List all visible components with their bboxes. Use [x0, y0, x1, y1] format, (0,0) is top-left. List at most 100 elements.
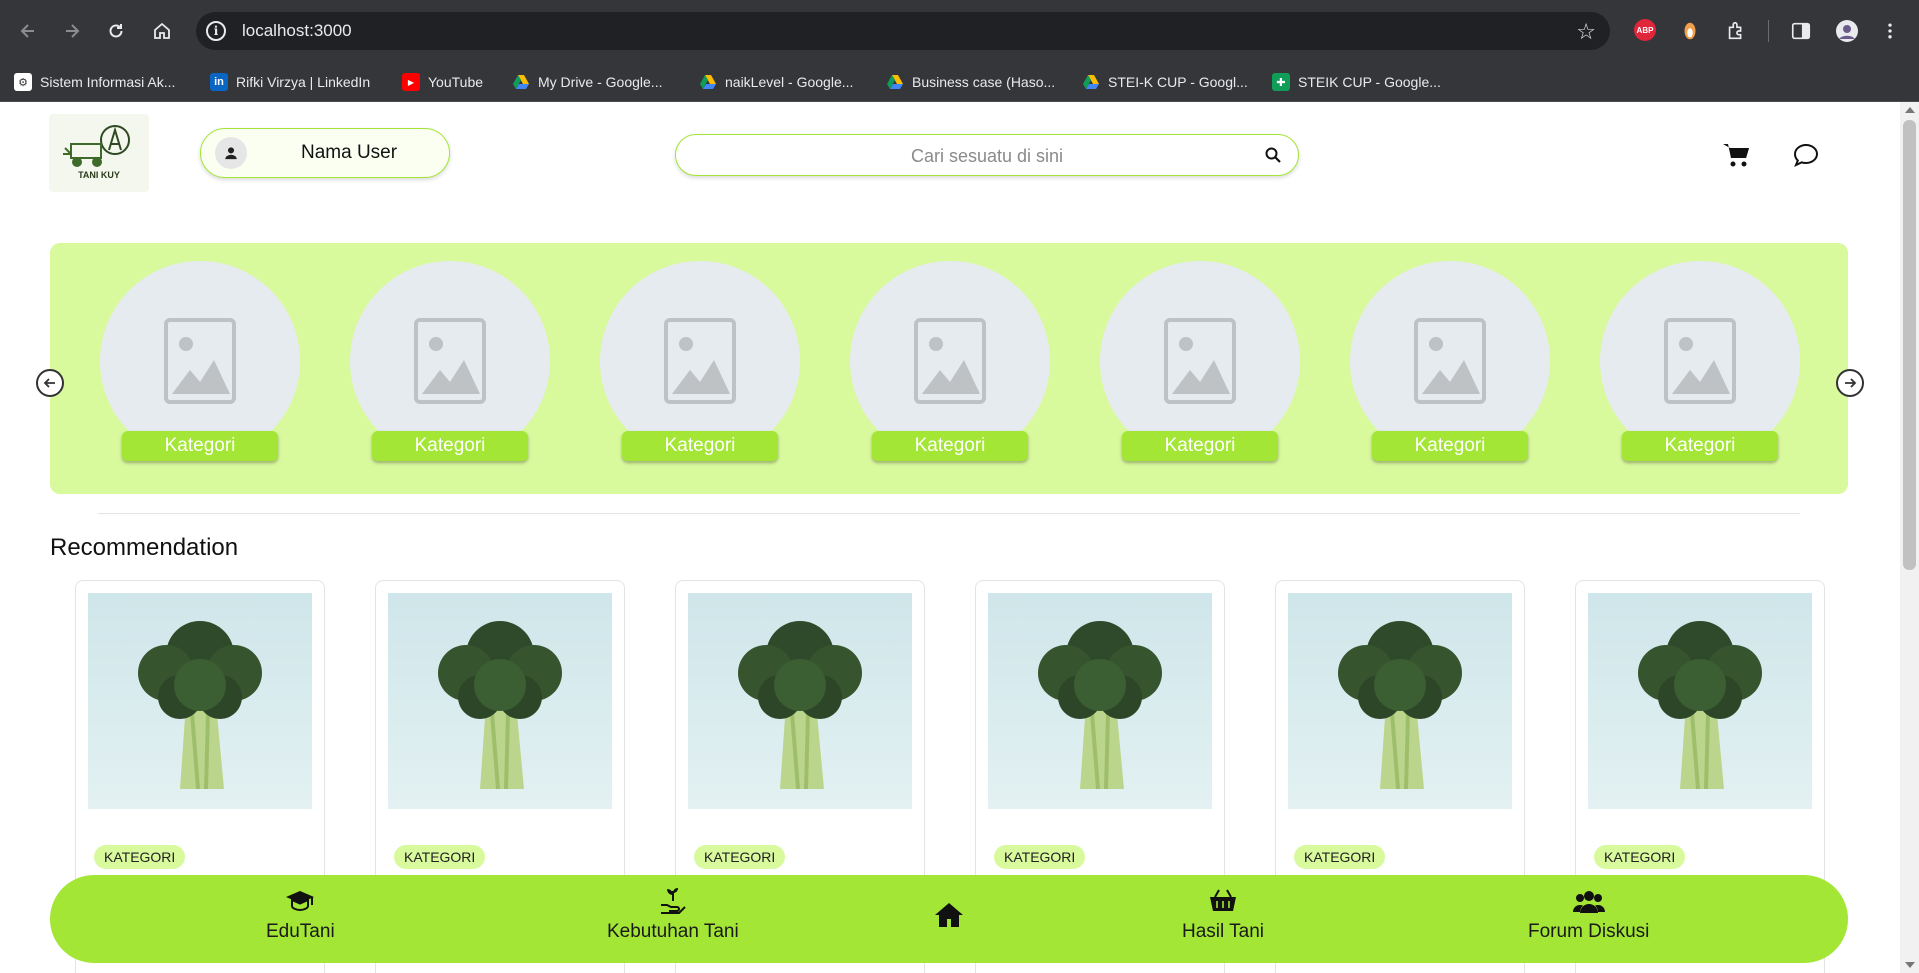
product-image	[88, 593, 312, 809]
category-button[interactable]: Kategori	[122, 431, 278, 461]
category-button[interactable]: Kategori	[1122, 431, 1278, 461]
product-image	[688, 593, 912, 809]
harvest-basket-icon	[1210, 889, 1237, 911]
reload-icon[interactable]	[102, 17, 130, 45]
scrollbar-thumb[interactable]	[1903, 120, 1916, 570]
category-badge: KATEGORI	[694, 845, 786, 869]
category-item[interactable]: Kategori	[1100, 261, 1300, 461]
toolbar-divider	[1768, 20, 1769, 42]
profile-avatar-icon[interactable]	[1835, 19, 1859, 43]
category-button[interactable]: Kategori	[872, 431, 1028, 461]
bookmark-item[interactable]: in Rifki Virzya | LinkedIn	[210, 70, 370, 94]
category-button[interactable]: Kategori	[1372, 431, 1528, 461]
product-image	[388, 593, 612, 809]
graduation-cap-icon	[286, 891, 315, 912]
nav-hasil-tani[interactable]: Hasil Tani	[1182, 885, 1264, 953]
category-carousel: Kategori Kategori Kategori Kategori Kategori…	[50, 243, 1848, 494]
product-image	[1288, 593, 1512, 809]
bookmark-item[interactable]: ▶ YouTube	[402, 70, 483, 94]
category-button[interactable]: Kategori	[372, 431, 528, 461]
broccoli-image-icon	[1588, 593, 1812, 809]
carousel-next-button[interactable]	[1836, 369, 1864, 397]
category-item[interactable]: Kategori	[100, 261, 300, 461]
site-info-icon[interactable]: i	[206, 21, 226, 41]
nav-home[interactable]	[933, 899, 965, 967]
image-placeholder-icon	[1664, 318, 1736, 404]
menu-kebab-icon[interactable]	[1878, 19, 1902, 43]
tractor-logo-icon	[63, 125, 130, 167]
nav-kebutuhan-tani[interactable]: Kebutuhan Tani	[607, 885, 739, 953]
category-badge: KATEGORI	[1594, 845, 1686, 869]
image-placeholder-icon	[914, 318, 986, 404]
user-name: Nama User	[301, 142, 398, 163]
category-button[interactable]: Kategori	[622, 431, 778, 461]
broccoli-image-icon	[388, 593, 612, 809]
nav-label: EduTani	[266, 921, 335, 942]
bookmark-label: Sistem Informasi Ak...	[40, 74, 176, 90]
bookmark-item[interactable]: ⚙ Sistem Informasi Ak...	[14, 70, 175, 94]
image-placeholder-icon	[164, 318, 236, 404]
carousel-prev-button[interactable]	[36, 369, 64, 397]
bookmark-item[interactable]: Business case (Haso...	[886, 70, 1055, 94]
google-drive-icon	[886, 73, 904, 91]
product-image	[988, 593, 1212, 809]
extension-icon[interactable]	[1678, 19, 1702, 43]
scroll-up-icon[interactable]	[1905, 107, 1915, 113]
google-drive-icon	[699, 73, 717, 91]
category-item[interactable]: Kategori	[850, 261, 1050, 461]
nav-label: Forum Diskusi	[1528, 921, 1650, 942]
google-drive-icon	[512, 73, 530, 91]
bookmarks-bar: ⚙ Sistem Informasi Ak... in Rifki Virzya…	[0, 62, 1919, 102]
page-scrollbar[interactable]	[1900, 102, 1919, 973]
category-item[interactable]: Kategori	[1600, 261, 1800, 461]
home-icon[interactable]	[148, 17, 176, 45]
bookmark-item[interactable]: My Drive - Google...	[512, 70, 662, 94]
bookmark-item[interactable]: ✚ STEIK CUP - Google...	[1272, 70, 1441, 94]
bookmark-item[interactable]: naikLevel - Google...	[699, 70, 853, 94]
adblock-plus-icon[interactable]: ABP	[1634, 19, 1656, 41]
back-icon[interactable]	[14, 17, 42, 45]
chat-icon[interactable]	[1793, 142, 1819, 168]
search-icon[interactable]	[1264, 146, 1282, 164]
side-panel-icon[interactable]	[1789, 19, 1813, 43]
arrow-right-icon	[1845, 378, 1857, 388]
bookmark-label: YouTube	[428, 74, 484, 90]
category-item[interactable]: Kategori	[1350, 261, 1550, 461]
arrow-left-icon	[43, 378, 55, 388]
user-icon	[215, 137, 247, 169]
bookmark-item[interactable]: STEI-K CUP - Googl...	[1082, 70, 1248, 94]
broccoli-image-icon	[988, 593, 1212, 809]
scroll-down-icon[interactable]	[1905, 962, 1915, 968]
user-profile-button[interactable]: Nama User	[200, 128, 450, 178]
url-text: localhost:3000	[242, 21, 352, 40]
users-group-icon	[1572, 891, 1605, 913]
category-item[interactable]: Kategori	[350, 261, 550, 461]
bookmark-label: naikLevel - Google...	[725, 74, 854, 90]
section-divider	[98, 513, 1800, 514]
category-button[interactable]: Kategori	[1622, 431, 1778, 461]
google-sheets-icon: ✚	[1272, 73, 1290, 91]
nav-edutani[interactable]: EduTani	[266, 885, 335, 953]
category-badge: KATEGORI	[394, 845, 486, 869]
puzzle-icon[interactable]	[1724, 19, 1748, 43]
search-placeholder: Cari sesuatu di sini	[910, 146, 1064, 166]
bookmark-label: Business case (Haso...	[912, 74, 1056, 90]
search-input[interactable]: Cari sesuatu di sini	[675, 134, 1299, 176]
bookmark-label: STEIK CUP - Google...	[1298, 74, 1441, 90]
image-placeholder-icon	[1414, 318, 1486, 404]
bookmark-star-icon[interactable]: ☆	[1576, 19, 1596, 45]
sia-icon: ⚙	[14, 73, 32, 91]
youtube-icon: ▶	[402, 73, 420, 91]
browser-toolbar: i localhost:3000 ☆ ABP	[0, 0, 1919, 62]
address-bar[interactable]: i localhost:3000 ☆	[196, 12, 1610, 50]
logo[interactable]: TANI KUY	[49, 114, 149, 192]
forward-icon[interactable]	[58, 17, 86, 45]
plant-hand-icon	[660, 888, 686, 914]
nav-forum-diskusi[interactable]: Forum Diskusi	[1528, 885, 1649, 953]
category-item[interactable]: Kategori	[600, 261, 800, 461]
bookmark-label: STEI-K CUP - Googl...	[1108, 74, 1248, 90]
cart-icon[interactable]	[1722, 142, 1750, 168]
image-placeholder-icon	[414, 318, 486, 404]
broccoli-image-icon	[688, 593, 912, 809]
broccoli-image-icon	[88, 593, 312, 809]
